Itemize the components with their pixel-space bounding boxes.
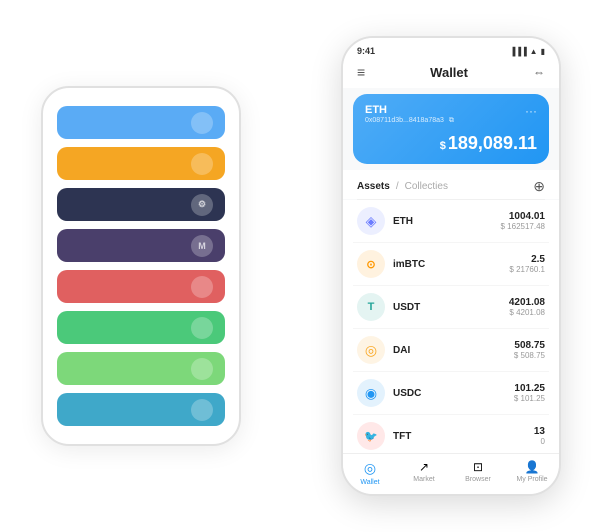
dai-values: 508.75 $ 508.75 [514, 340, 545, 360]
nav-profile[interactable]: 👤 My Profile [505, 460, 559, 486]
card-dot [191, 112, 213, 134]
dai-icon: ◎ [357, 336, 385, 364]
card-dot [191, 317, 213, 339]
nav-browser[interactable]: ⊡ Browser [451, 460, 505, 486]
tft-icon: 🐦 [357, 422, 385, 450]
nav-wallet[interactable]: ◎ Wallet [343, 460, 397, 486]
card-dot [191, 399, 213, 421]
asset-item-usdc: ◉ USDC 101.25 $ 101.25 [353, 372, 549, 415]
card-purple: M [57, 229, 225, 262]
profile-nav-label: My Profile [516, 476, 547, 483]
usdc-icon: ◉ [357, 379, 385, 407]
signal-icon: ▐▐▐ [510, 47, 527, 56]
market-nav-icon: ↗ [419, 460, 429, 474]
tft-usd: 0 [534, 437, 545, 446]
browser-nav-icon: ⊡ [473, 460, 483, 474]
imbtc-name: imBTC [393, 259, 509, 270]
wallet-nav-label: Wallet [360, 479, 379, 486]
imbtc-usd: $ 21760.1 [509, 265, 545, 274]
usdc-values: 101.25 $ 101.25 [514, 383, 545, 403]
profile-nav-icon: 👤 [525, 460, 540, 474]
tab-assets[interactable]: Assets [357, 181, 390, 192]
wallet-nav-icon: ◎ [364, 460, 376, 477]
card-orange [57, 147, 225, 180]
scan-icon[interactable]: ⇔ [533, 65, 545, 79]
tab-slash: / [396, 181, 399, 192]
assets-list: ◈ ETH 1004.01 $ 162517.48 ⊙ imBTC 2.5 $ … [343, 200, 559, 453]
asset-item-tft: 🐦 TFT 13 0 [353, 415, 549, 453]
background-phone: ⚙ M [41, 86, 241, 446]
status-time: 9:41 [357, 46, 375, 56]
card-dot [191, 358, 213, 380]
asset-item-usdt: T USDT 4201.08 $ 4201.08 [353, 286, 549, 329]
wallet-address: 0x08711d3b...8418a78a3 ⧉ [365, 117, 454, 125]
phone-header: ≡ Wallet ⇔ [343, 60, 559, 88]
market-nav-label: Market [413, 476, 434, 483]
usdt-amount: 4201.08 [509, 297, 545, 308]
wallet-balance: $189,089.11 [365, 133, 537, 154]
dai-amount: 508.75 [514, 340, 545, 351]
asset-item-dai: ◎ DAI 508.75 $ 508.75 [353, 329, 549, 372]
status-icons: ▐▐▐ ▲ ▮ [510, 47, 545, 56]
card-dot: ⚙ [191, 194, 213, 216]
card-blue [57, 106, 225, 139]
card-dot [191, 276, 213, 298]
wallet-eth-label: ETH [365, 104, 454, 116]
card-dot: M [191, 235, 213, 257]
card-light-green [57, 352, 225, 385]
foreground-phone: 9:41 ▐▐▐ ▲ ▮ ≡ Wallet ⇔ ETH 0x08711d3b..… [341, 36, 561, 496]
card-dark: ⚙ [57, 188, 225, 221]
browser-nav-label: Browser [465, 476, 491, 483]
usdc-name: USDC [393, 388, 514, 399]
dai-name: DAI [393, 345, 514, 356]
usdt-icon: T [357, 293, 385, 321]
tab-collecties[interactable]: Collecties [405, 181, 448, 192]
imbtc-amount: 2.5 [509, 254, 545, 265]
usdt-usd: $ 4201.08 [509, 308, 545, 317]
asset-item-eth: ◈ ETH 1004.01 $ 162517.48 [353, 200, 549, 243]
wifi-icon: ▲ [530, 47, 538, 56]
wallet-card: ETH 0x08711d3b...8418a78a3 ⧉ ··· $189,08… [353, 94, 549, 164]
card-red [57, 270, 225, 303]
bottom-nav: ◎ Wallet ↗ Market ⊡ Browser 👤 My Profile [343, 453, 559, 494]
imbtc-values: 2.5 $ 21760.1 [509, 254, 545, 274]
imbtc-icon: ⊙ [357, 250, 385, 278]
eth-amount: 1004.01 [501, 211, 546, 222]
card-green [57, 311, 225, 344]
asset-item-imbtc: ⊙ imBTC 2.5 $ 21760.1 [353, 243, 549, 286]
dai-usd: $ 508.75 [514, 351, 545, 360]
eth-name: ETH [393, 216, 501, 227]
balance-symbol: $ [440, 140, 446, 152]
eth-icon: ◈ [357, 207, 385, 235]
nav-market[interactable]: ↗ Market [397, 460, 451, 486]
usdc-amount: 101.25 [514, 383, 545, 394]
card-dot [191, 153, 213, 175]
eth-usd: $ 162517.48 [501, 222, 546, 231]
battery-icon: ▮ [541, 47, 545, 56]
assets-tabs: Assets / Collecties [357, 181, 448, 192]
tft-values: 13 0 [534, 426, 545, 446]
tft-amount: 13 [534, 426, 545, 437]
wallet-info: ETH 0x08711d3b...8418a78a3 ⧉ [365, 104, 454, 125]
card-teal [57, 393, 225, 426]
wallet-more-icon[interactable]: ··· [525, 104, 537, 118]
usdt-name: USDT [393, 302, 509, 313]
eth-values: 1004.01 $ 162517.48 [501, 211, 546, 231]
status-bar: 9:41 ▐▐▐ ▲ ▮ [343, 38, 559, 60]
wallet-card-header: ETH 0x08711d3b...8418a78a3 ⧉ ··· [365, 104, 537, 125]
usdt-values: 4201.08 $ 4201.08 [509, 297, 545, 317]
header-title: Wallet [430, 65, 468, 80]
assets-header: Assets / Collecties ⊕ [343, 170, 559, 199]
usdc-usd: $ 101.25 [514, 394, 545, 403]
menu-icon[interactable]: ≡ [357, 64, 365, 80]
add-asset-icon[interactable]: ⊕ [533, 178, 545, 195]
tft-name: TFT [393, 431, 534, 442]
balance-amount: 189,089.11 [448, 133, 537, 153]
